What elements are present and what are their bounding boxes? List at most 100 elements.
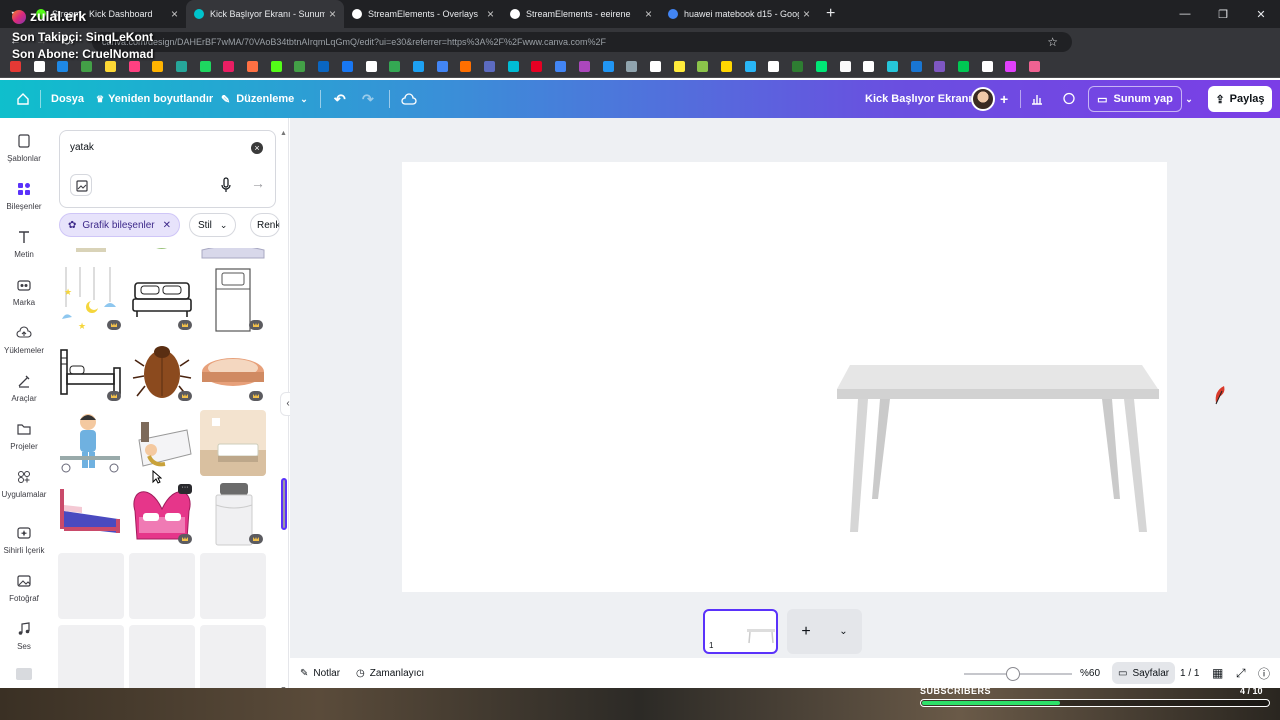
graphic-result[interactable] [200,338,266,404]
bookmark-favicon-icon[interactable] [223,61,235,72]
graphic-result[interactable] [200,410,266,476]
home-button[interactable] [16,80,30,118]
graphic-result[interactable] [200,248,266,262]
graphic-result[interactable]: ··· [129,481,195,547]
bookmark-favicon-icon[interactable] [128,61,140,72]
bookmark-favicon-icon[interactable] [33,61,45,72]
bookmark-favicon-icon[interactable] [152,61,164,72]
timer-button[interactable]: ◷ Zamanlayıcı [356,658,424,688]
bookmark-favicon-icon[interactable] [886,61,898,72]
filter-chip-graphics[interactable]: ✿ Grafik bileşenler ✕ [59,213,181,237]
graphic-result[interactable] [129,248,195,262]
bookmark-favicon-icon[interactable] [389,61,401,72]
bookmark-favicon-icon[interactable] [958,61,969,72]
bookmark-favicon-icon[interactable] [673,61,685,72]
bookmark-favicon-icon[interactable] [839,61,851,72]
bookmark-favicon-icon[interactable] [436,61,448,72]
bookmark-favicon-icon[interactable] [57,61,69,72]
maximize-button[interactable]: ❐ [1204,0,1242,28]
bookmark-favicon-icon[interactable] [484,61,495,72]
bookmark-favicon-icon[interactable] [341,61,353,72]
remove-filter-icon[interactable]: ✕ [163,220,171,231]
add-page-button[interactable]: + ⌄ [787,609,862,654]
notes-button[interactable]: ✎ Notlar [300,658,340,688]
bookmark-favicon-icon[interactable] [365,61,377,72]
bookmark-favicon-icon[interactable] [412,61,424,72]
graphic-result[interactable] [129,267,195,333]
rail-item-audio[interactable]: Ses [0,621,48,651]
graphic-result[interactable] [129,338,195,404]
minimize-button[interactable]: — [1166,0,1204,28]
add-collaborator-button[interactable]: + [1000,80,1008,118]
comments-button[interactable] [1062,80,1076,118]
bookmark-favicon-icon[interactable] [555,61,567,72]
present-options-button[interactable]: ⌄ [1178,86,1200,112]
graphic-result[interactable] [58,338,124,404]
scroll-up-icon[interactable]: ▲ [280,130,287,137]
bookmark-favicon-icon[interactable] [910,61,922,72]
rail-item-text[interactable]: Metin [0,229,48,259]
bookmark-favicon-icon[interactable] [768,61,780,72]
more-options-icon[interactable]: ··· [178,484,192,494]
bookmark-favicon-icon[interactable] [934,61,946,72]
bookmark-favicon-icon[interactable] [792,61,804,72]
bookmark-favicon-icon[interactable] [247,61,258,72]
rail-item-photo[interactable]: Fotoğraf [0,573,48,603]
bookmark-favicon-icon[interactable] [578,61,590,72]
close-tab-icon[interactable]: × [803,7,810,21]
share-button[interactable]: ⇪ Paylaş [1208,86,1272,112]
bookmark-favicon-icon[interactable] [175,61,187,72]
browser-tab[interactable]: huawei matebook d15 - Googl × [660,0,818,28]
image-search-icon[interactable] [70,174,92,196]
bookmark-favicon-icon[interactable] [1005,61,1017,72]
insights-button[interactable] [1030,80,1044,118]
bookmark-favicon-icon[interactable] [815,61,827,72]
filter-chip-style[interactable]: Stil ⌄ [189,213,237,237]
bookmark-star-icon[interactable]: ☆ [1047,32,1058,52]
panel-scrollbar[interactable]: ▲ ▼ [280,130,287,693]
microphone-icon[interactable] [221,177,231,193]
search-input[interactable]: yatak [70,142,94,153]
grid-view-button[interactable]: ▦ [1212,658,1223,688]
bookmark-favicon-icon[interactable] [649,61,661,72]
close-tab-icon[interactable]: × [171,7,178,21]
search-box[interactable]: yatak × → [59,130,276,208]
zoom-slider-knob[interactable] [1006,667,1020,681]
zoom-slider[interactable] [964,667,1072,681]
browser-tab[interactable]: StreamElements - eeirene × [502,0,660,28]
cloud-save-button[interactable] [401,80,417,118]
bookmark-favicon-icon[interactable] [863,61,875,72]
zoom-percent[interactable]: %60 [1080,658,1100,688]
close-tab-icon[interactable]: × [645,7,652,21]
browser-tab[interactable]: StreamElements - Overlays × [344,0,502,28]
table-graphic[interactable] [832,357,1162,537]
redo-button[interactable]: ↷ [362,80,374,118]
page-thumbnail[interactable]: 1 [703,609,778,654]
filter-chip-color[interactable]: Renk [250,213,280,237]
graphic-result[interactable] [58,481,124,547]
close-window-button[interactable]: ✕ [1242,0,1280,28]
help-button[interactable]: ⓘ [1258,658,1270,688]
collaborator-avatar[interactable] [971,87,995,111]
close-tab-icon[interactable]: × [487,7,494,21]
graphic-result[interactable] [58,410,124,476]
new-tab-button[interactable]: + [826,5,835,23]
bookmark-favicon-icon[interactable] [318,61,330,72]
fullscreen-button[interactable]: ⤢ [1236,658,1246,688]
graphic-result[interactable] [58,248,124,262]
search-submit-arrow-icon[interactable]: → [251,175,265,191]
bookmark-favicon-icon[interactable] [721,61,732,72]
pages-button[interactable]: ▭ Sayfalar [1112,662,1176,684]
undo-button[interactable]: ↶ [334,80,346,118]
rail-more-icon[interactable] [16,668,32,680]
close-tab-icon[interactable]: × [329,7,336,21]
graphic-result[interactable]: ★ ★ [58,267,124,333]
design-title[interactable]: Kick Başlıyor Ekranı [865,80,971,118]
rail-item-tools[interactable]: Araçlar [0,373,48,403]
bookmark-favicon-icon[interactable] [507,61,519,72]
bookmark-favicon-icon[interactable] [81,61,93,72]
bookmark-favicon-icon[interactable] [531,61,543,72]
rail-item-brand[interactable]: Marka [0,277,48,307]
file-menu-button[interactable]: Dosya [51,80,84,118]
graphic-result[interactable] [129,410,195,476]
